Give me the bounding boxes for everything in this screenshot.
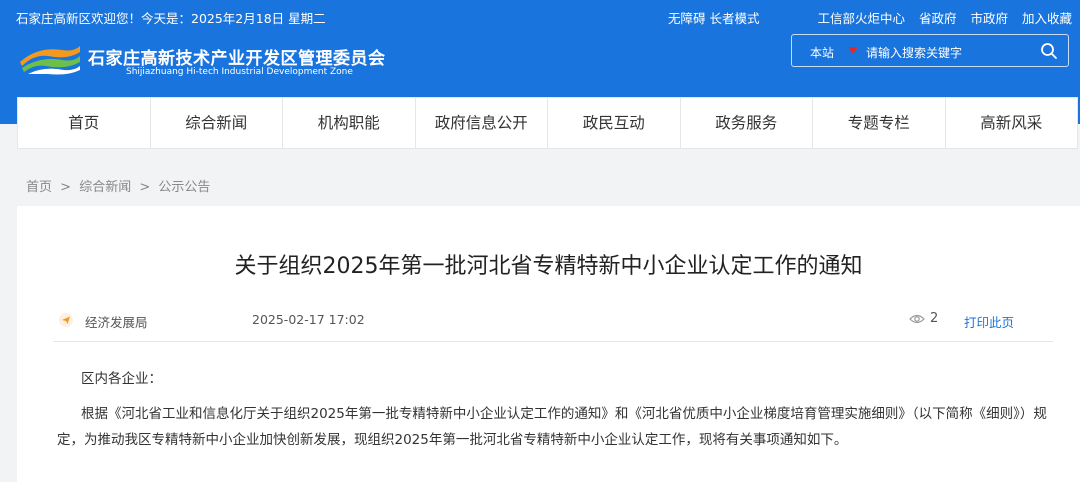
site-title: 石家庄高新技术产业开发区管理委员会 — [88, 49, 386, 69]
breadcrumb-general-news[interactable]: 综合新闻 — [79, 180, 131, 195]
breadcrumb-separator: > — [60, 180, 72, 195]
top-link-provincial-gov[interactable]: 省政府 — [919, 11, 957, 26]
welcome-text: 石家庄高新区欢迎您！今天是：2025年2月18日 星期二 — [16, 11, 326, 26]
nav-gov-info[interactable]: 政府信息公开 — [416, 98, 548, 148]
nav-special-topics[interactable]: 专题专栏 — [813, 98, 946, 148]
article-date: 2025-02-17 17:02 — [252, 312, 365, 327]
nav-home[interactable]: 首页 — [18, 98, 151, 148]
search-box: 本站 请输入搜索关键字 — [791, 34, 1069, 67]
nav-institutions[interactable]: 机构职能 — [283, 98, 416, 148]
article-panel: 关于组织2025年第一批河北省专精特新中小企业认定工作的通知 经济发展局 202… — [17, 206, 1080, 482]
top-link-city-gov[interactable]: 市政府 — [970, 11, 1008, 26]
search-icon[interactable] — [1040, 42, 1058, 60]
nav-hitech-showcase[interactable]: 高新风采 — [946, 98, 1078, 148]
article-greeting: 区内各企业： — [81, 371, 162, 387]
breadcrumb: 首页 > 综合新闻 > 公示公告 — [26, 176, 214, 195]
top-link-torch-center[interactable]: 工信部火炬中心 — [817, 11, 905, 26]
breadcrumb-notices[interactable]: 公示公告 — [158, 180, 210, 195]
print-page-link[interactable]: 打印此页 — [964, 312, 1014, 331]
nav-general-news[interactable]: 综合新闻 — [151, 98, 283, 148]
site-subtitle-en: Shijiazhuang Hi-tech Industrial Developm… — [126, 67, 353, 77]
accessibility-mode-link[interactable]: 无障碍 长者模式 — [668, 8, 759, 27]
article-title: 关于组织2025年第一批河北省专精特新中小企业认定工作的通知 — [234, 254, 863, 279]
nav-gov-services[interactable]: 政务服务 — [681, 98, 813, 148]
dropdown-caret-icon[interactable] — [848, 47, 858, 54]
search-input[interactable]: 请输入搜索关键字 — [866, 44, 962, 61]
breadcrumb-separator: > — [139, 180, 151, 195]
meta-divider — [53, 341, 1053, 342]
article-meta: 经济发展局 2025-02-17 17:02 2 打印此页 — [17, 308, 1080, 332]
eye-icon — [909, 314, 925, 324]
send-icon — [59, 313, 73, 327]
main-nav: 首页 综合新闻 机构职能 政府信息公开 政民互动 政务服务 专题专栏 高新风采 — [17, 97, 1078, 149]
top-bar: 石家庄高新区欢迎您！今天是：2025年2月18日 星期二 无障碍 长者模式 工信… — [0, 0, 1080, 30]
nav-interaction[interactable]: 政民互动 — [548, 98, 681, 148]
search-scope-select[interactable]: 本站 — [810, 44, 834, 61]
article-source: 经济发展局 — [85, 315, 148, 330]
add-favorite-link[interactable]: 加入收藏 — [1022, 11, 1072, 26]
article-body: 区内各企业： 根据《河北省工业和信息化厅关于组织2025年第一批专精特新中小企业… — [57, 366, 1047, 453]
view-count: 2 — [930, 311, 939, 326]
article-paragraph: 根据《河北省工业和信息化厅关于组织2025年第一批专精特新中小企业认定工作的通知… — [57, 406, 1047, 448]
top-links: 工信部火炬中心 省政府 市政府 加入收藏 — [807, 8, 1072, 27]
breadcrumb-home[interactable]: 首页 — [26, 180, 52, 195]
site-logo[interactable] — [18, 42, 82, 76]
